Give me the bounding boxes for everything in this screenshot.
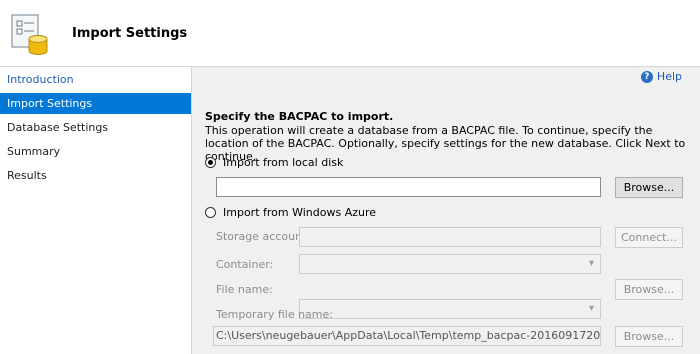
sidebar-item-summary[interactable]: Summary: [0, 141, 191, 162]
container-label: Container:: [216, 258, 274, 271]
section-title: Specify the BACPAC to import.: [205, 110, 394, 123]
temp-file-input[interactable]: C:\Users\neugebauer\AppData\Local\Temp\t…: [213, 326, 601, 346]
azure-radio[interactable]: [205, 207, 216, 218]
sidebar-item-database-settings[interactable]: Database Settings: [0, 117, 191, 138]
help-label: Help: [656, 70, 682, 83]
storage-account-input[interactable]: [299, 227, 601, 247]
help-link[interactable]: ? Help: [640, 70, 682, 83]
container-select[interactable]: ▾: [299, 254, 601, 274]
storage-account-label: Storage account:: [216, 230, 311, 243]
file-browse-button[interactable]: Browse...: [615, 279, 683, 300]
temp-file-label: Temporary file name:: [216, 308, 333, 321]
chevron-down-icon: ▾: [588, 258, 594, 269]
main-panel: ? Help Specify the BACPAC to import. Thi…: [192, 67, 700, 354]
file-name-select[interactable]: ▾: [299, 299, 601, 319]
file-name-label: File name:: [216, 283, 273, 296]
sidebar-item-introduction[interactable]: Introduction: [0, 69, 191, 90]
page-title: Import Settings: [72, 26, 188, 41]
temp-browse-button[interactable]: Browse...: [615, 326, 683, 347]
connect-button[interactable]: Connect...: [615, 227, 683, 248]
sidebar-item-results[interactable]: Results: [0, 165, 191, 186]
local-browse-button[interactable]: Browse...: [615, 177, 683, 198]
help-icon: ?: [640, 70, 653, 83]
local-path-input[interactable]: [216, 177, 601, 197]
local-disk-radio[interactable]: [205, 157, 216, 168]
azure-label: Import from Windows Azure: [223, 206, 377, 219]
sidebar-item-import-settings[interactable]: Import Settings: [0, 93, 191, 114]
wizard-header: Import Settings: [0, 0, 700, 67]
local-disk-option[interactable]: Import from local disk: [205, 156, 343, 169]
local-disk-label: Import from local disk: [223, 156, 344, 169]
azure-option[interactable]: Import from Windows Azure: [205, 206, 376, 219]
wizard-sidebar: Introduction Import Settings Database Se…: [0, 67, 192, 354]
database-settings-icon: [11, 14, 48, 55]
chevron-down-icon: ▾: [588, 303, 594, 314]
